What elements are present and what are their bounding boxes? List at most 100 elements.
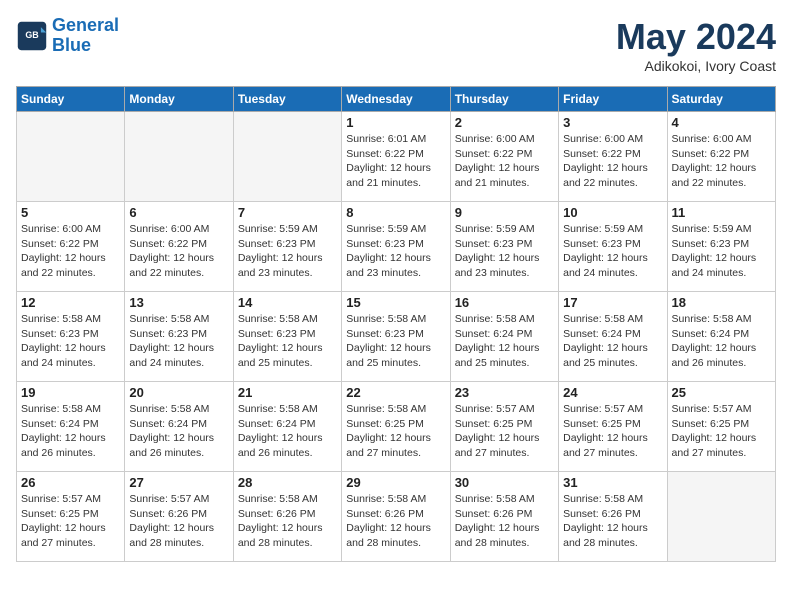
calendar-day-cell: 31 Sunrise: 5:58 AMSunset: 6:26 PMDayligh… [559, 472, 667, 562]
day-number: 27 [129, 475, 228, 490]
day-number: 18 [672, 295, 771, 310]
calendar-day-cell: 1Sunrise: 6:01 AMSunset: 6:22 PMDaylight… [342, 112, 450, 202]
day-number: 12 [21, 295, 120, 310]
day-number: 24 [563, 385, 662, 400]
day-number: 11 [672, 205, 771, 220]
day-info: Sunrise: 5:58 AMSunset: 6:24 PMDaylight:… [672, 312, 771, 371]
day-info: Sunrise: 5:59 AMSunset: 6:23 PMDaylight:… [238, 222, 337, 281]
day-info: Sunrise: 5:58 AMSunset: 6:24 PMDaylight:… [21, 402, 120, 461]
calendar-day-cell: 30 Sunrise: 5:58 AMSunset: 6:26 PMDayligh… [450, 472, 558, 562]
logo-icon: GB [16, 20, 48, 52]
day-info: Sunrise: 5:58 AMSunset: 6:23 PMDaylight:… [129, 312, 228, 371]
calendar-day-cell: 23 Sunrise: 5:57 AMSunset: 6:25 PMDayligh… [450, 382, 558, 472]
page-header: GB General Blue May 2024 Adikokoi, Ivory… [16, 16, 776, 74]
day-number: 31 [563, 475, 662, 490]
calendar-week-row: 1Sunrise: 6:01 AMSunset: 6:22 PMDaylight… [17, 112, 776, 202]
day-number: 7 [238, 205, 337, 220]
calendar-day-cell: 27 Sunrise: 5:57 AMSunset: 6:26 PMDayligh… [125, 472, 233, 562]
day-of-week-header: Sunday [17, 87, 125, 112]
calendar-header-row: SundayMondayTuesdayWednesdayThursdayFrid… [17, 87, 776, 112]
day-of-week-header: Friday [559, 87, 667, 112]
calendar-day-cell: 8 Sunrise: 5:59 AMSunset: 6:23 PMDaylight… [342, 202, 450, 292]
logo-line1: General [52, 16, 119, 36]
calendar-day-cell: 26 Sunrise: 5:57 AMSunset: 6:25 PMDayligh… [17, 472, 125, 562]
day-number: 8 [346, 205, 445, 220]
calendar-day-cell: 20Sunrise: 5:58 AMSunset: 6:24 PMDayligh… [125, 382, 233, 472]
day-info: Sunrise: 6:00 AMSunset: 6:22 PMDaylight:… [21, 222, 120, 281]
day-number: 17 [563, 295, 662, 310]
calendar-day-cell: 28 Sunrise: 5:58 AMSunset: 6:26 PMDayligh… [233, 472, 341, 562]
calendar-day-cell: 6Sunrise: 6:00 AMSunset: 6:22 PMDaylight… [125, 202, 233, 292]
day-number: 10 [563, 205, 662, 220]
day-of-week-header: Thursday [450, 87, 558, 112]
calendar-day-cell: 4Sunrise: 6:00 AMSunset: 6:22 PMDaylight… [667, 112, 775, 202]
day-info: Sunrise: 5:59 AMSunset: 6:23 PMDaylight:… [672, 222, 771, 281]
calendar-day-cell: 7 Sunrise: 5:59 AMSunset: 6:23 PMDaylight… [233, 202, 341, 292]
day-number: 6 [129, 205, 228, 220]
calendar-week-row: 26 Sunrise: 5:57 AMSunset: 6:25 PMDayligh… [17, 472, 776, 562]
day-info: Sunrise: 5:59 AMSunset: 6:23 PMDaylight:… [455, 222, 554, 281]
location-subtitle: Adikokoi, Ivory Coast [616, 58, 776, 74]
calendar-week-row: 19 Sunrise: 5:58 AMSunset: 6:24 PMDayligh… [17, 382, 776, 472]
day-info: Sunrise: 5:58 AMSunset: 6:24 PMDaylight:… [563, 312, 662, 371]
day-info: Sunrise: 5:58 AMSunset: 6:24 PMDaylight:… [455, 312, 554, 371]
day-info: Sunrise: 6:00 AMSunset: 6:22 PMDaylight:… [563, 132, 662, 191]
day-info: Sunrise: 5:58 AMSunset: 6:24 PMDaylight:… [129, 402, 228, 461]
day-info: Sunrise: 5:58 AMSunset: 6:26 PMDaylight:… [238, 492, 337, 551]
day-number: 3 [563, 115, 662, 130]
day-info: Sunrise: 6:00 AMSunset: 6:22 PMDaylight:… [672, 132, 771, 191]
calendar-day-cell [125, 112, 233, 202]
calendar-day-cell: 2 Sunrise: 6:00 AMSunset: 6:22 PMDaylight… [450, 112, 558, 202]
day-number: 26 [21, 475, 120, 490]
day-number: 5 [21, 205, 120, 220]
day-info: Sunrise: 5:58 AMSunset: 6:23 PMDaylight:… [21, 312, 120, 371]
day-info: Sunrise: 5:57 AMSunset: 6:26 PMDaylight:… [129, 492, 228, 551]
day-info: Sunrise: 5:59 AMSunset: 6:23 PMDaylight:… [346, 222, 445, 281]
calendar-week-row: 12 Sunrise: 5:58 AMSunset: 6:23 PMDayligh… [17, 292, 776, 382]
day-of-week-header: Saturday [667, 87, 775, 112]
day-info: Sunrise: 5:58 AMSunset: 6:26 PMDaylight:… [346, 492, 445, 551]
day-number: 19 [21, 385, 120, 400]
day-number: 2 [455, 115, 554, 130]
calendar-day-cell: 29 Sunrise: 5:58 AMSunset: 6:26 PMDayligh… [342, 472, 450, 562]
day-number: 28 [238, 475, 337, 490]
day-number: 30 [455, 475, 554, 490]
day-of-week-header: Wednesday [342, 87, 450, 112]
calendar-day-cell: 9 Sunrise: 5:59 AMSunset: 6:23 PMDaylight… [450, 202, 558, 292]
calendar-day-cell: 21Sunrise: 5:58 AMSunset: 6:24 PMDayligh… [233, 382, 341, 472]
calendar-day-cell: 24Sunrise: 5:57 AMSunset: 6:25 PMDayligh… [559, 382, 667, 472]
day-info: Sunrise: 5:57 AMSunset: 6:25 PMDaylight:… [672, 402, 771, 461]
calendar-day-cell: 10 Sunrise: 5:59 AMSunset: 6:23 PMDayligh… [559, 202, 667, 292]
svg-text:GB: GB [25, 30, 38, 40]
calendar-day-cell: 12 Sunrise: 5:58 AMSunset: 6:23 PMDayligh… [17, 292, 125, 382]
title-area: May 2024 Adikokoi, Ivory Coast [616, 16, 776, 74]
calendar-day-cell [233, 112, 341, 202]
day-info: Sunrise: 5:57 AMSunset: 6:25 PMDaylight:… [21, 492, 120, 551]
calendar-day-cell: 18 Sunrise: 5:58 AMSunset: 6:24 PMDayligh… [667, 292, 775, 382]
day-info: Sunrise: 5:59 AMSunset: 6:23 PMDaylight:… [563, 222, 662, 281]
day-info: Sunrise: 5:58 AMSunset: 6:25 PMDaylight:… [346, 402, 445, 461]
calendar-day-cell: 3 Sunrise: 6:00 AMSunset: 6:22 PMDaylight… [559, 112, 667, 202]
day-info: Sunrise: 6:00 AMSunset: 6:22 PMDaylight:… [455, 132, 554, 191]
day-info: Sunrise: 6:01 AMSunset: 6:22 PMDaylight:… [346, 132, 445, 191]
day-info: Sunrise: 5:57 AMSunset: 6:25 PMDaylight:… [455, 402, 554, 461]
day-number: 23 [455, 385, 554, 400]
logo-line2: Blue [52, 36, 119, 56]
day-number: 9 [455, 205, 554, 220]
day-of-week-header: Tuesday [233, 87, 341, 112]
calendar-day-cell: 16Sunrise: 5:58 AMSunset: 6:24 PMDayligh… [450, 292, 558, 382]
day-number: 22 [346, 385, 445, 400]
day-number: 29 [346, 475, 445, 490]
calendar-week-row: 5 Sunrise: 6:00 AMSunset: 6:22 PMDaylight… [17, 202, 776, 292]
calendar-day-cell: 22 Sunrise: 5:58 AMSunset: 6:25 PMDayligh… [342, 382, 450, 472]
month-title: May 2024 [616, 16, 776, 58]
day-info: Sunrise: 5:58 AMSunset: 6:24 PMDaylight:… [238, 402, 337, 461]
day-info: Sunrise: 5:58 AMSunset: 6:26 PMDaylight:… [563, 492, 662, 551]
day-number: 14 [238, 295, 337, 310]
calendar-day-cell: 5 Sunrise: 6:00 AMSunset: 6:22 PMDaylight… [17, 202, 125, 292]
day-info: Sunrise: 5:58 AMSunset: 6:23 PMDaylight:… [238, 312, 337, 371]
day-number: 13 [129, 295, 228, 310]
calendar-day-cell: 11 Sunrise: 5:59 AMSunset: 6:23 PMDayligh… [667, 202, 775, 292]
day-info: Sunrise: 5:58 AMSunset: 6:26 PMDaylight:… [455, 492, 554, 551]
calendar-day-cell: 15Sunrise: 5:58 AMSunset: 6:23 PMDayligh… [342, 292, 450, 382]
